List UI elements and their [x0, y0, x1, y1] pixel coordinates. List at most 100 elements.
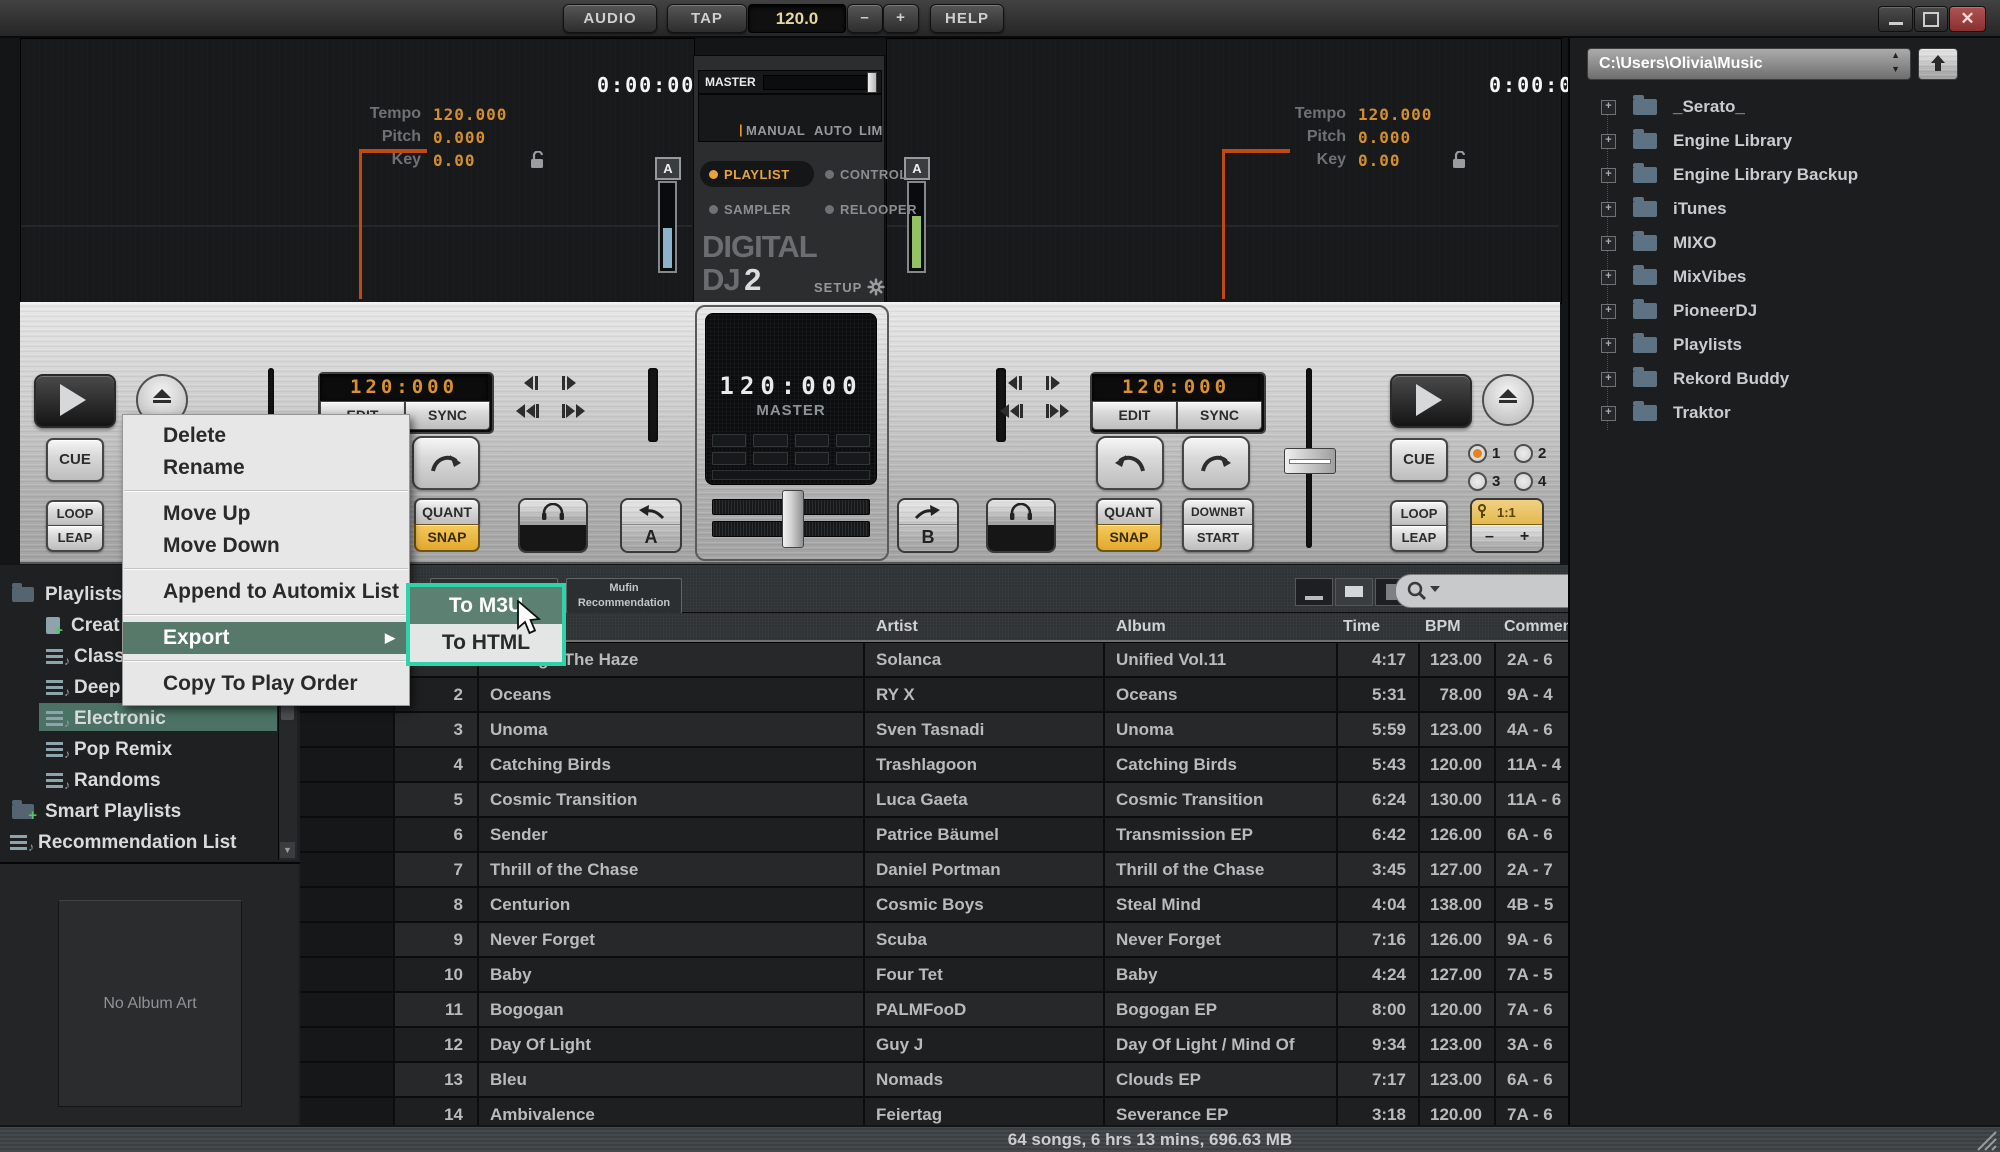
folder-item-itunes[interactable]: +iTunes: [1570, 192, 2000, 226]
folder-item-mixo[interactable]: +MIXO: [1570, 226, 2000, 260]
deck-b-quant-button[interactable]: QUANT: [1096, 498, 1162, 526]
loop-size-minus-button[interactable]: –: [1472, 525, 1507, 551]
folder-up-button[interactable]: [1918, 48, 1958, 80]
folder-item--serato-[interactable]: +_Serato_: [1570, 90, 2000, 124]
col-artist[interactable]: Artist: [865, 613, 1105, 640]
deck-a-playhead[interactable]: [359, 149, 362, 299]
deck-a-headphone-fader[interactable]: [648, 368, 658, 442]
mode-auto[interactable]: AUTO: [814, 123, 853, 138]
deck-b-headphone-button[interactable]: [986, 498, 1056, 553]
tab-control[interactable]: CONTROL: [819, 161, 908, 187]
deck-a-play-button[interactable]: [34, 374, 116, 428]
mufin-recommendation-button[interactable]: Mufin Recommendation: [566, 578, 682, 614]
tab-playlist[interactable]: PLAYLIST: [700, 161, 814, 187]
master-bpm-display[interactable]: 120.0: [748, 4, 846, 33]
menu-item-delete[interactable]: Delete: [123, 420, 409, 452]
sidebar-item-smart-playlists[interactable]: Smart Playlists: [0, 796, 288, 827]
menu-item-export[interactable]: Export▶: [123, 622, 409, 654]
deck-a-seek-fwd-button[interactable]: [562, 404, 585, 418]
menu-item-move-up[interactable]: Move Up: [123, 498, 409, 530]
deck-b-sync-button[interactable]: SYNC: [1177, 401, 1262, 430]
master-volume-track[interactable]: [763, 75, 869, 90]
help-button[interactable]: HELP: [930, 4, 1004, 33]
minimize-button[interactable]: [1878, 6, 1913, 32]
loop-size-plus-button[interactable]: +: [1507, 525, 1542, 551]
expand-plus-icon[interactable]: +: [1601, 406, 1616, 421]
view-small-button[interactable]: [1295, 578, 1333, 606]
folder-item-engine-library[interactable]: +Engine Library: [1570, 124, 2000, 158]
search-filter-dropdown-icon[interactable]: [1430, 586, 1440, 592]
view-medium-button[interactable]: [1335, 578, 1373, 606]
expand-plus-icon[interactable]: +: [1601, 134, 1616, 149]
expand-plus-icon[interactable]: +: [1601, 100, 1616, 115]
close-button[interactable]: ✕: [1949, 6, 1986, 32]
deck-b-snap-button[interactable]: SNAP: [1096, 524, 1162, 552]
deck-a-bend-fwd-button[interactable]: [562, 376, 576, 390]
expand-plus-icon[interactable]: +: [1601, 338, 1616, 353]
deck-b-start-button[interactable]: START: [1182, 524, 1254, 552]
mode-lim[interactable]: LIM: [859, 123, 883, 138]
bpm-plus-button[interactable]: +: [883, 4, 919, 33]
tap-button[interactable]: TAP: [667, 4, 747, 33]
expand-plus-icon[interactable]: +: [1601, 236, 1616, 251]
resize-grip[interactable]: [1976, 1130, 1998, 1152]
crossfader-handle[interactable]: [782, 490, 804, 548]
setup-button[interactable]: SETUP: [814, 278, 885, 296]
load-deck-a-button[interactable]: A: [620, 498, 682, 553]
deck-b-downbeat-button[interactable]: DOWNBT: [1182, 498, 1254, 526]
col-time[interactable]: Time: [1338, 613, 1420, 640]
deck-a-censor-button[interactable]: [412, 436, 480, 490]
deck-a-cue-button[interactable]: CUE: [46, 438, 104, 482]
key-lock-icon[interactable]: [1451, 151, 1467, 169]
deck-b-undo-button[interactable]: [1096, 436, 1164, 490]
deck-a-quant-button[interactable]: QUANT: [414, 498, 480, 526]
sidebar-item-randoms[interactable]: Randoms: [0, 765, 322, 796]
expand-plus-icon[interactable]: +: [1601, 304, 1616, 319]
folder-item-engine-library-backup[interactable]: +Engine Library Backup: [1570, 158, 2000, 192]
deck-b-playhead[interactable]: [1222, 149, 1225, 299]
col-album[interactable]: Album: [1105, 613, 1338, 640]
expand-plus-icon[interactable]: +: [1601, 270, 1616, 285]
deck-b-bend-fwd-button[interactable]: [1046, 376, 1060, 390]
folder-item-mixvibes[interactable]: +MixVibes: [1570, 260, 2000, 294]
deck-b-edit-button[interactable]: EDIT: [1092, 401, 1177, 430]
menu-item-move-down[interactable]: Move Down: [123, 530, 409, 562]
folder-item-traktor[interactable]: +Traktor: [1570, 396, 2000, 430]
channel-radio-3[interactable]: 3: [1468, 472, 1500, 491]
deck-b-bend-back-button[interactable]: [1008, 376, 1022, 390]
tab-relooper[interactable]: RELOOPER: [819, 196, 917, 222]
deck-a-sync-button[interactable]: SYNC: [405, 401, 490, 430]
path-dropdown[interactable]: C:\Users\Olivia\Music ▲▼: [1587, 48, 1911, 80]
expand-plus-icon[interactable]: +: [1601, 202, 1616, 217]
deck-b-loop-button[interactable]: LOOP: [1390, 500, 1448, 527]
deck-b-seek-fwd-button[interactable]: [1046, 404, 1069, 418]
deck-a-bend-back-button[interactable]: [524, 376, 538, 390]
channel-radio-4[interactable]: 4: [1514, 472, 1546, 491]
deck-b-censor-button[interactable]: [1182, 436, 1250, 490]
sidebar-item-recommendation-list[interactable]: Recommendation List: [0, 827, 286, 858]
deck-a-leap-button[interactable]: LEAP: [46, 525, 104, 552]
key-lock-icon[interactable]: [529, 151, 545, 169]
deck-b-cue-button[interactable]: CUE: [1390, 438, 1448, 482]
scroll-down-icon[interactable]: ▼: [280, 842, 295, 858]
menu-item-append-to-automix-list[interactable]: Append to Automix List: [123, 576, 409, 608]
deck-b-play-button[interactable]: [1390, 374, 1472, 428]
menu-item-copy-to-play-order[interactable]: Copy To Play Order: [123, 668, 409, 700]
channel-radio-2[interactable]: 2: [1514, 444, 1546, 463]
bpm-minus-button[interactable]: –: [847, 4, 883, 33]
deck-a-seek-back-button[interactable]: [516, 404, 539, 418]
deck-b-eject-button[interactable]: [1482, 374, 1534, 426]
deck-b-leap-button[interactable]: LEAP: [1390, 525, 1448, 552]
folder-item-rekord-buddy[interactable]: +Rekord Buddy: [1570, 362, 2000, 396]
sidebar-item-pop-remix[interactable]: Pop Remix: [0, 734, 322, 765]
expand-plus-icon[interactable]: +: [1601, 168, 1616, 183]
master-volume-handle[interactable]: [867, 72, 877, 93]
menu-item-rename[interactable]: Rename: [123, 452, 409, 484]
channel-radio-1[interactable]: 1: [1468, 444, 1500, 463]
deck-b-pitch-handle[interactable]: [1284, 448, 1336, 474]
deck-a-headphone-button[interactable]: [518, 498, 588, 553]
expand-plus-icon[interactable]: +: [1601, 372, 1616, 387]
maximize-button[interactable]: [1914, 6, 1948, 32]
mode-manual[interactable]: MANUAL: [746, 123, 805, 138]
folder-item-playlists[interactable]: +Playlists: [1570, 328, 2000, 362]
